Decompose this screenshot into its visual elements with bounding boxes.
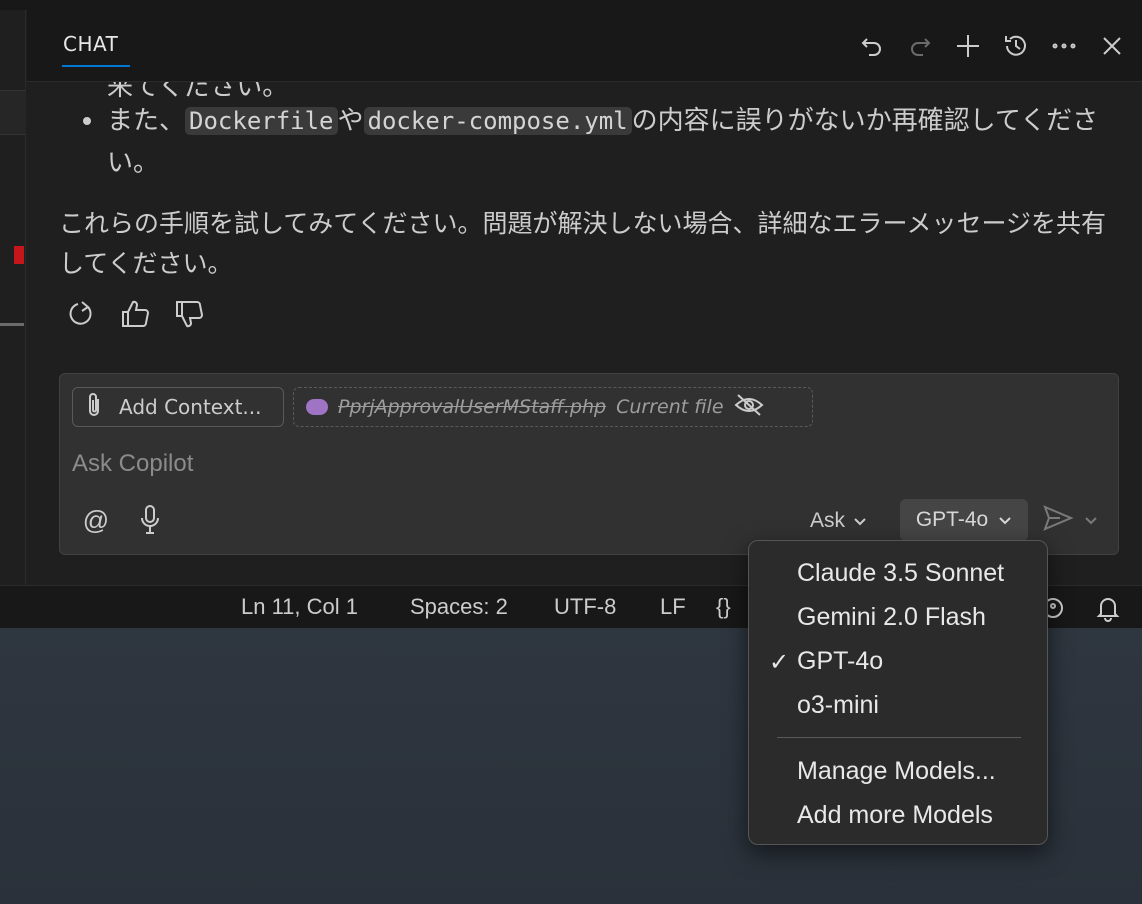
more-icon[interactable]: [1042, 28, 1086, 64]
history-icon[interactable]: [994, 28, 1038, 64]
menu-item-claude[interactable]: Claude 3.5 Sonnet: [797, 559, 1004, 588]
send-icon: [1042, 504, 1074, 536]
add-context-label: Add Context...: [119, 395, 262, 419]
undo-icon[interactable]: [850, 28, 894, 64]
checkmark-icon: ✓: [769, 649, 790, 676]
chat-panel: CHAT 来てください。 また、 Dockerfile や docker-com…: [27, 10, 1142, 585]
mode-picker[interactable]: Ask: [810, 504, 867, 538]
editor-tab-band: [0, 90, 26, 135]
paperclip-icon: [83, 391, 105, 424]
menu-item-gemini[interactable]: Gemini 2.0 Flash: [797, 603, 986, 632]
model-picker-button[interactable]: GPT-4o: [900, 499, 1028, 541]
close-icon[interactable]: [1090, 28, 1134, 64]
retry-icon[interactable]: [59, 292, 103, 336]
chevron-down-icon[interactable]: [1084, 511, 1098, 530]
bullet-dot: [83, 117, 91, 125]
chat-input-box: Add Context... PprjApprovalUserMStaff.ph…: [59, 373, 1119, 555]
language-braces[interactable]: {}: [716, 594, 731, 620]
response-actions: [59, 292, 211, 336]
menu-item-add-more-models[interactable]: Add more Models: [797, 801, 993, 830]
menu-item-gpt-4o[interactable]: GPT-4o: [797, 647, 883, 676]
bullet-mid: や: [337, 106, 364, 136]
cursor-position[interactable]: Ln 11, Col 1: [241, 594, 358, 620]
chat-header: CHAT: [27, 10, 1142, 82]
menu-separator: [777, 737, 1021, 738]
chevron-down-icon: [998, 508, 1012, 532]
vscode-window: CHAT 来てください。 また、 Dockerfile や docker-com…: [0, 0, 1142, 628]
indentation[interactable]: Spaces: 2: [410, 594, 508, 620]
model-label: GPT-4o: [915, 508, 989, 531]
file-note: Current file: [616, 396, 724, 418]
response-paragraph: これらの手順を試してみてください。問題が解決しない場合、詳細なエラーメッセージを…: [59, 209, 1107, 278]
model-dropdown-menu: Claude 3.5 Sonnet Gemini 2.0 Flash ✓ GPT…: [748, 540, 1048, 845]
menu-item-o3-mini[interactable]: o3-mini: [797, 691, 879, 720]
bell-icon[interactable]: [1095, 594, 1121, 628]
editor-gutter: [0, 10, 26, 585]
inline-code-dockerfile: Dockerfile: [185, 107, 338, 135]
chevron-down-icon: [853, 509, 867, 533]
thumbs-down-icon[interactable]: [167, 292, 211, 336]
title-strip: [0, 0, 1142, 10]
current-file-chip[interactable]: PprjApprovalUserMStaff.php Current file: [293, 387, 813, 427]
mention-icon[interactable]: @: [78, 502, 114, 538]
scroll-indicator[interactable]: [0, 323, 24, 326]
header-actions: [850, 28, 1134, 64]
plus-icon[interactable]: [946, 28, 990, 64]
inline-code-compose: docker-compose.yml: [363, 107, 632, 135]
encoding[interactable]: UTF-8: [554, 594, 616, 620]
bullet-prefix: また、: [107, 106, 186, 136]
chat-messages: 来てください。 また、 Dockerfile や docker-compose.yml…: [27, 82, 1142, 382]
menu-item-manage-models[interactable]: Manage Models...: [797, 757, 996, 786]
input-tools: @: [78, 502, 168, 538]
send-button[interactable]: [1042, 504, 1098, 536]
active-tab-indicator: [62, 65, 130, 67]
end-of-line[interactable]: LF: [660, 594, 686, 620]
bullet-text: また、 Dockerfile や docker-compose.yml の内容に誤りがな…: [107, 100, 1125, 184]
php-elephant-icon: [306, 399, 328, 415]
file-name: PprjApprovalUserMStaff.php: [338, 396, 607, 418]
mode-label: Ask: [810, 509, 846, 532]
eye-off-icon[interactable]: [734, 393, 764, 422]
ask-copilot-input[interactable]: [72, 444, 1072, 484]
redo-icon[interactable]: [898, 28, 942, 64]
microphone-icon[interactable]: [132, 502, 168, 538]
error-marker: [14, 246, 24, 264]
tab-chat[interactable]: CHAT: [63, 32, 118, 56]
thumbs-up-icon[interactable]: [113, 292, 157, 336]
list-item: また、 Dockerfile や docker-compose.yml の内容に誤りがな…: [83, 100, 1125, 184]
add-context-button[interactable]: Add Context...: [72, 387, 284, 427]
